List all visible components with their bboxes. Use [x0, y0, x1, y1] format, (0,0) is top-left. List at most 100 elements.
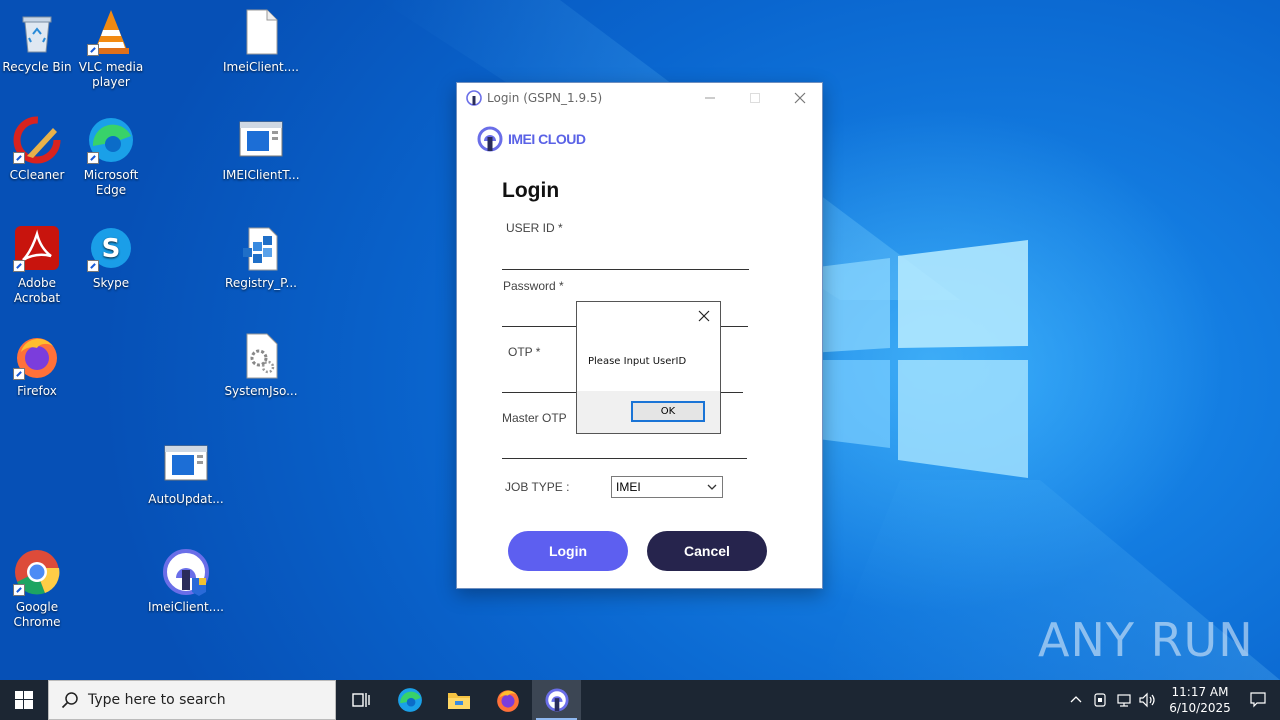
master-otp-input[interactable] — [503, 433, 746, 455]
dialog-footer: OK — [577, 391, 720, 433]
edge-icon — [87, 116, 135, 164]
volume-icon — [1139, 692, 1155, 708]
notification-center-button[interactable] — [1236, 680, 1280, 720]
task-view-button[interactable] — [336, 680, 385, 720]
dialog-message: Please Input UserID — [588, 356, 687, 367]
brand-logo: IMEI CLOUD — [477, 126, 586, 152]
clock-date: 6/10/2025 — [1169, 701, 1231, 715]
device-icon — [1094, 693, 1106, 707]
user-id-label: USER ID * — [506, 221, 563, 235]
login-button[interactable]: Login — [508, 531, 628, 571]
desktop-icon-vlc[interactable]: VLC media player — [71, 8, 151, 90]
taskbar-clock[interactable]: 11:17 AM 6/10/2025 — [1164, 684, 1236, 716]
desktop-icon-firefox[interactable]: Firefox — [0, 332, 77, 399]
password-label: Password * — [503, 279, 564, 293]
desktop-icon-label: SystemJso... — [224, 384, 298, 398]
maximize-icon — [749, 93, 760, 103]
windows-wallpaper-logo — [810, 240, 1028, 478]
desktop-icon-imeiclient-app[interactable]: ImeiClient.... — [146, 548, 226, 615]
shortcut-arrow-icon — [87, 260, 99, 272]
taskbar-imei-cloud-button[interactable] — [532, 680, 581, 720]
task-view-icon — [351, 693, 370, 707]
file-icon — [237, 8, 285, 56]
imei-cloud-app-icon — [466, 90, 482, 106]
desktop-icon-label: Recycle Bin — [2, 60, 72, 74]
minimize-icon — [704, 97, 715, 99]
chevron-down-icon — [707, 484, 717, 490]
start-button[interactable] — [0, 680, 48, 720]
close-icon — [794, 92, 805, 104]
imei-cloud-logo-icon — [477, 126, 503, 152]
desktop-icon-skype[interactable]: S Skype — [71, 224, 151, 291]
firefox-icon — [496, 690, 519, 712]
close-icon[interactable] — [696, 308, 712, 324]
desktop-icon-chrome[interactable]: Google Chrome — [0, 548, 77, 630]
desktop-icon-label: Adobe Acrobat — [13, 276, 61, 305]
page-title: Login — [502, 179, 560, 202]
desktop-icon-label: AutoUpdat... — [148, 492, 224, 506]
desktop-icon-recycle-bin[interactable]: Recycle Bin — [0, 8, 77, 75]
taskbar-file-explorer-button[interactable] — [434, 680, 483, 720]
shortcut-arrow-icon — [13, 152, 25, 164]
notification-icon — [1250, 692, 1266, 708]
ccleaner-icon — [13, 116, 61, 164]
tray-network-button[interactable] — [1112, 680, 1136, 720]
desktop-icon-label: CCleaner — [9, 168, 65, 182]
settings-file-icon — [237, 332, 285, 380]
close-button[interactable] — [777, 83, 822, 113]
desktop-icon-imeiclient-file[interactable]: ImeiClient.... — [221, 8, 301, 75]
window-app-icon — [162, 440, 210, 488]
shortcut-arrow-icon — [13, 368, 25, 380]
master-otp-underline — [502, 458, 747, 459]
registry-icon — [237, 224, 285, 272]
desktop-icon-autoupdate[interactable]: AutoUpdat... — [146, 440, 226, 507]
taskbar-edge-button[interactable] — [385, 680, 434, 720]
recycle-bin-icon — [13, 8, 61, 56]
desktop-icon-systemjson[interactable]: SystemJso... — [221, 332, 301, 399]
taskbar-firefox-button[interactable] — [483, 680, 532, 720]
desktop-icon-edge[interactable]: Microsoft Edge — [71, 116, 151, 198]
brand-name: IMEI CLOUD — [508, 131, 586, 147]
show-hidden-icons-button[interactable] — [1064, 680, 1088, 720]
window-title: Login (GSPN_1.9.5) — [487, 91, 603, 105]
user-id-input[interactable] — [503, 243, 748, 265]
message-dialog[interactable]: Please Input UserID OK — [576, 301, 721, 434]
maximize-button[interactable] — [732, 83, 777, 113]
imei-cloud-icon — [544, 688, 569, 712]
desktop-icon-ccleaner[interactable]: CCleaner — [0, 116, 77, 183]
tray-device-button[interactable] — [1088, 680, 1112, 720]
desktop-icon-acrobat[interactable]: Adobe Acrobat — [0, 224, 77, 306]
svg-text:S: S — [102, 234, 121, 264]
vlc-icon — [87, 8, 135, 56]
taskbar-search-box[interactable]: Type here to search — [48, 680, 336, 720]
window-titlebar[interactable]: Login (GSPN_1.9.5) — [457, 83, 822, 113]
anyrun-watermark: ANY RUN — [1038, 605, 1254, 675]
desktop-icon-label: Google Chrome — [13, 600, 61, 629]
minimize-button[interactable] — [687, 83, 732, 113]
desktop-icon-registry[interactable]: Registry_P... — [221, 224, 301, 291]
job-type-select[interactable]: IMEI — [611, 476, 723, 498]
desktop-icon-label: VLC media player — [78, 60, 144, 89]
shortcut-arrow-icon — [13, 260, 25, 272]
desktop-icon-label: ImeiClient.... — [223, 60, 299, 74]
ok-button[interactable]: OK — [631, 401, 705, 422]
clock-time: 11:17 AM — [1171, 685, 1229, 699]
system-tray: 11:17 AM 6/10/2025 — [1064, 680, 1280, 720]
desktop-icon-label: IMEIClientT... — [222, 168, 300, 182]
tray-volume-button[interactable] — [1136, 680, 1160, 720]
desktop-icon-label: Registry_P... — [225, 276, 297, 290]
job-type-label: JOB TYPE : — [505, 480, 570, 494]
window-app-icon — [237, 116, 285, 164]
folder-icon — [447, 693, 470, 709]
desktop-icon-imeiclientt[interactable]: IMEIClientT... — [221, 116, 301, 183]
user-id-underline — [502, 269, 749, 270]
skype-icon: S — [87, 224, 135, 272]
imei-cloud-icon — [162, 548, 210, 596]
job-type-value: IMEI — [616, 480, 641, 494]
desktop-icon-label: ImeiClient.... — [148, 600, 224, 614]
desktop-icon-label: Skype — [92, 276, 130, 290]
watermark-text: ANY RUN — [1038, 613, 1254, 667]
windows-start-icon — [15, 691, 33, 709]
network-icon — [1117, 694, 1131, 707]
cancel-button[interactable]: Cancel — [647, 531, 767, 571]
